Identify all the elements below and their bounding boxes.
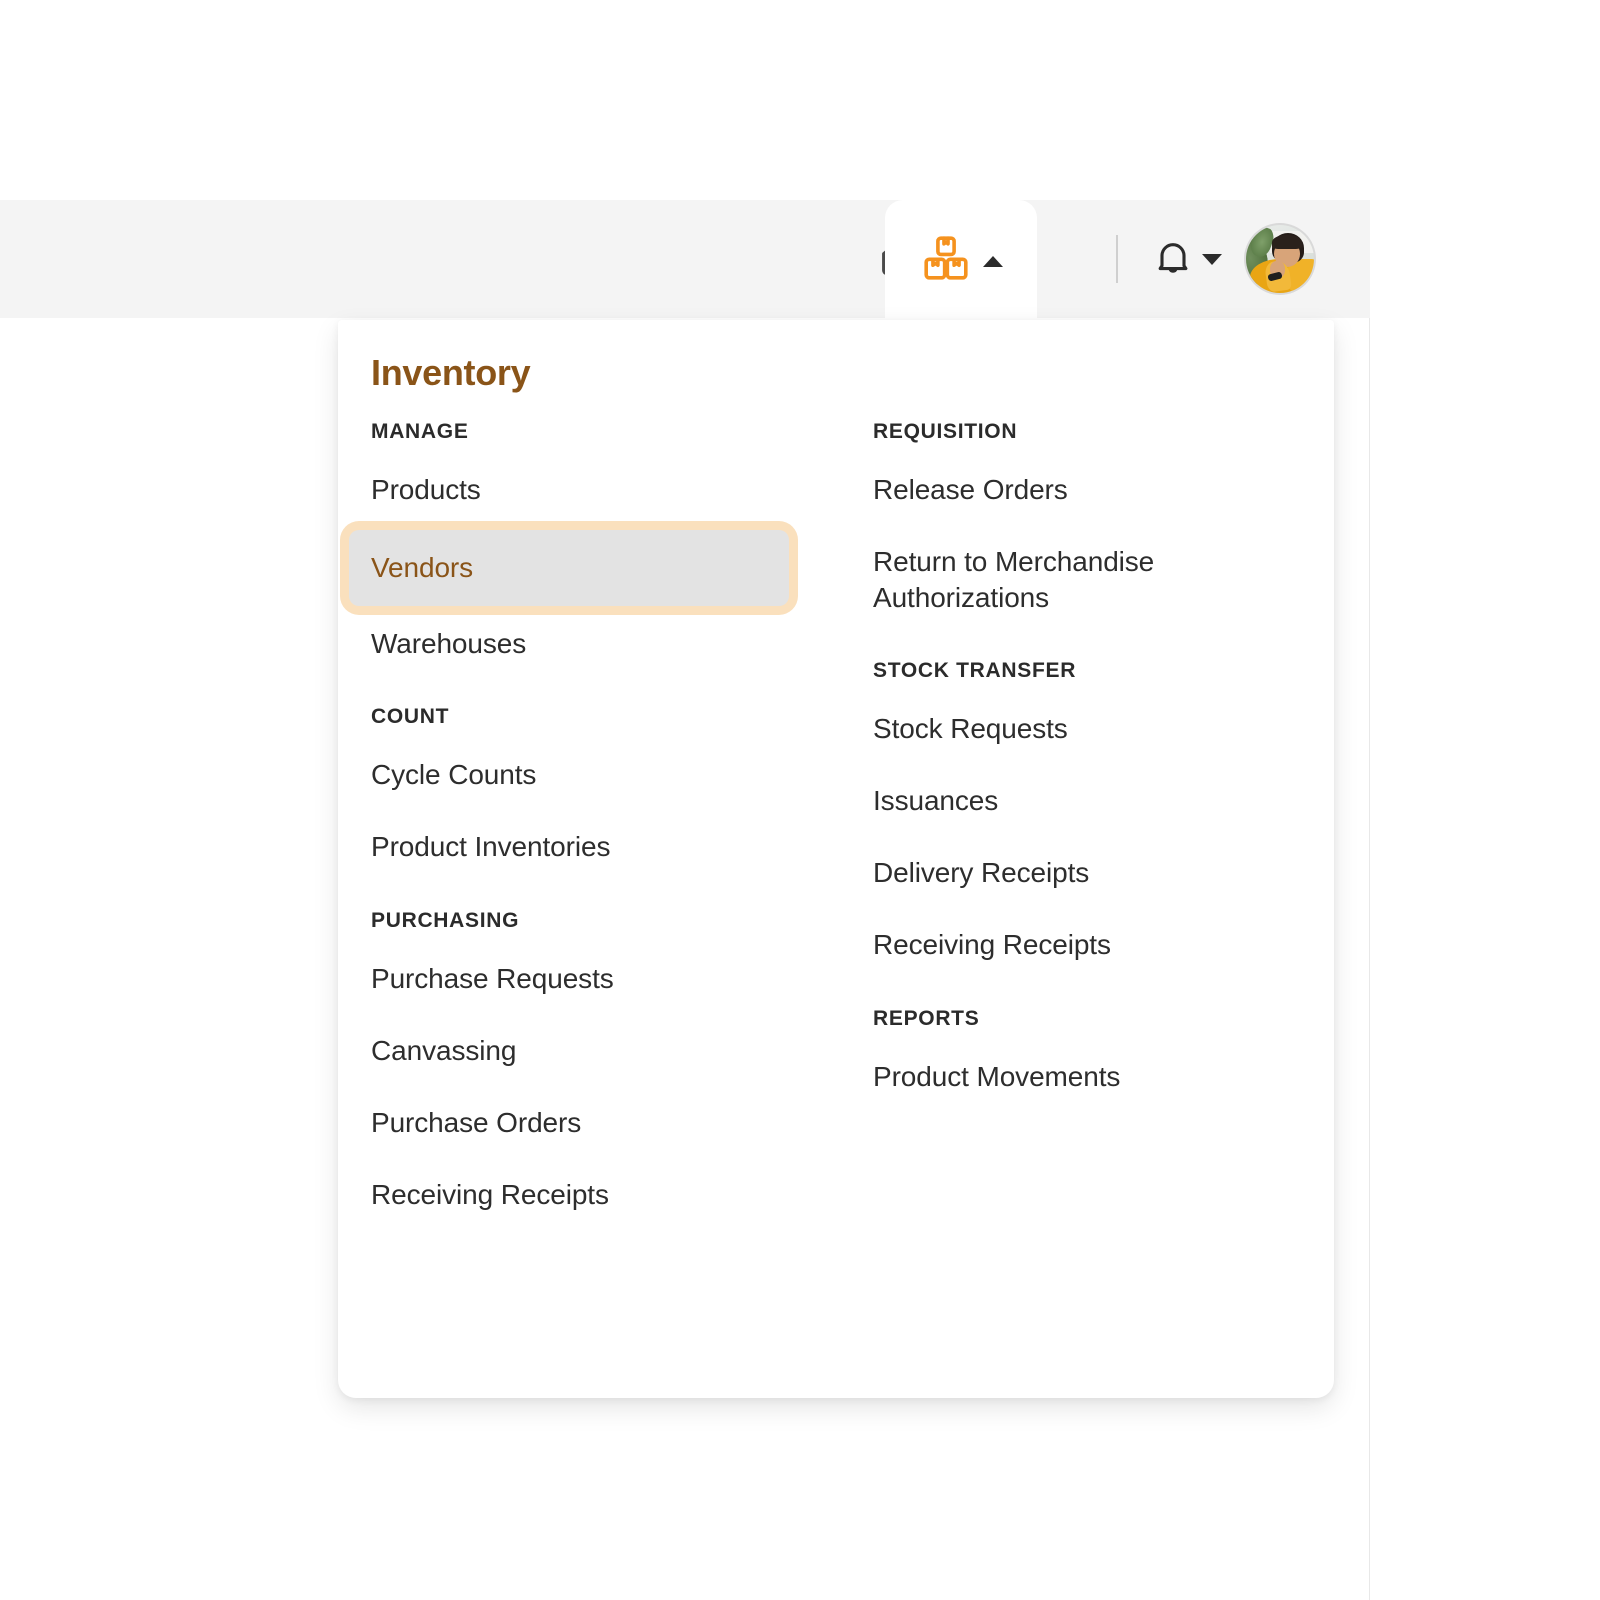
inventory-mega-menu: Inventory MANAGE Products Vendors Wareho… xyxy=(338,320,1334,1398)
menu-group-manage: MANAGE Products Vendors Warehouses xyxy=(349,420,836,662)
boxes-icon xyxy=(919,231,973,290)
group-heading-count: COUNT xyxy=(371,705,450,729)
notifications-caret-button[interactable] xyxy=(1202,253,1246,265)
menu-item-product-inventories[interactable]: Product Inventories xyxy=(371,829,836,865)
menu-item-receiving-receipts-purchasing[interactable]: Receiving Receipts xyxy=(371,1177,836,1213)
header-divider xyxy=(1116,235,1118,283)
tab-inventory[interactable] xyxy=(885,200,1037,320)
menu-item-cycle-counts[interactable]: Cycle Counts xyxy=(371,757,836,793)
page-title: Inventory xyxy=(371,352,531,393)
avatar[interactable] xyxy=(1246,225,1314,293)
group-heading-purchasing: PURCHASING xyxy=(371,909,520,933)
menu-item-vendors[interactable]: Vendors xyxy=(349,529,789,606)
menu-item-canvassing[interactable]: Canvassing xyxy=(371,1033,836,1069)
menu-item-products[interactable]: Products xyxy=(371,472,836,508)
menu-group-reports: REPORTS Product Movements xyxy=(873,1007,1334,1095)
group-heading-manage: MANAGE xyxy=(371,420,469,443)
group-heading-reports: REPORTS xyxy=(873,1006,980,1030)
menu-group-requisition: REQUISITION Release Orders Return to Mer… xyxy=(873,420,1334,615)
menu-item-warehouses[interactable]: Warehouses xyxy=(371,626,836,662)
group-heading-stock-transfer: STOCK TRANSFER xyxy=(873,659,1077,683)
menu-item-release-orders[interactable]: Release Orders xyxy=(873,472,1334,508)
menu-item-issuances[interactable]: Issuances xyxy=(873,783,1334,819)
group-heading-requisition: REQUISITION xyxy=(873,420,1018,443)
chevron-down-icon xyxy=(1202,253,1222,265)
menu-item-delivery-receipts[interactable]: Delivery Receipts xyxy=(873,855,1334,891)
bell-icon xyxy=(1151,235,1195,284)
menu-group-stock-transfer: STOCK TRANSFER Stock Requests Issuances … xyxy=(873,659,1334,962)
menu-group-purchasing: PURCHASING Purchase Requests Canvassing … xyxy=(371,909,836,1212)
top-header-bar xyxy=(0,200,1370,318)
avatar-hair-front xyxy=(1272,235,1302,249)
chevron-up-icon xyxy=(983,255,1003,267)
frame-right-edge xyxy=(1369,200,1370,1600)
menu-column-right: REQUISITION Release Orders Return to Mer… xyxy=(836,420,1334,1248)
app-root: Inventory MANAGE Products Vendors Wareho… xyxy=(0,0,1600,1600)
menu-column-left: MANAGE Products Vendors Warehouses COUNT… xyxy=(338,420,836,1248)
menu-columns: MANAGE Products Vendors Warehouses COUNT… xyxy=(338,420,1334,1248)
notifications-button[interactable] xyxy=(1144,200,1202,318)
menu-item-purchase-requests[interactable]: Purchase Requests xyxy=(371,961,836,997)
menu-item-stock-requests[interactable]: Stock Requests xyxy=(873,711,1334,747)
menu-group-count: COUNT Cycle Counts Product Inventories xyxy=(371,705,836,865)
menu-item-product-movements[interactable]: Product Movements xyxy=(873,1059,1334,1095)
menu-item-purchase-orders[interactable]: Purchase Orders xyxy=(371,1105,836,1141)
menu-item-return-to-merchandise-authorizations[interactable]: Return to Merchandise Authorizations xyxy=(873,544,1253,616)
menu-item-receiving-receipts-stock[interactable]: Receiving Receipts xyxy=(873,927,1334,963)
